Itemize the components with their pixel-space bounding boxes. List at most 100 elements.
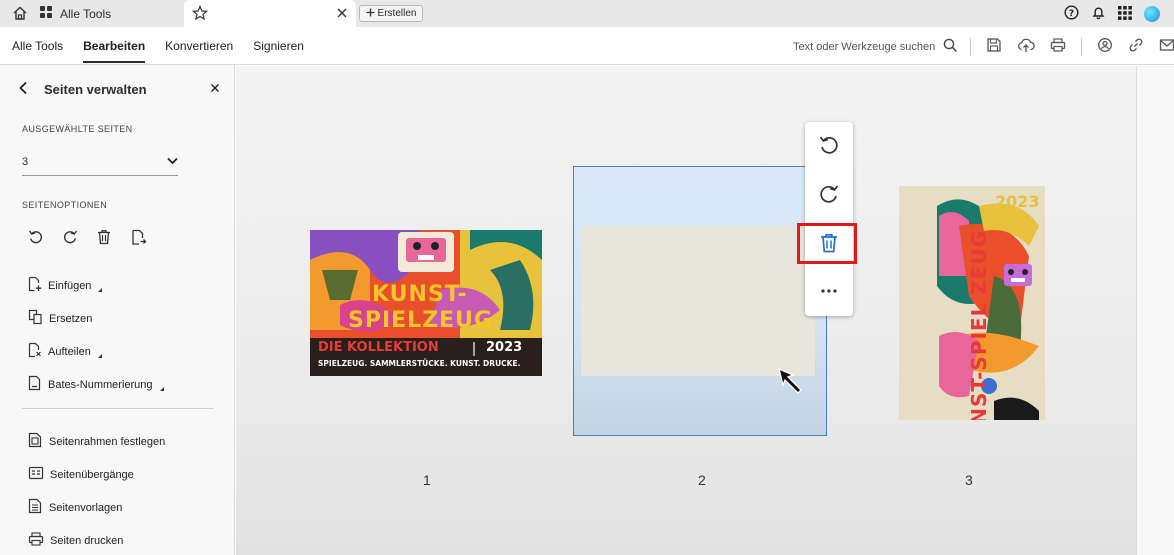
print-pages-icon [28, 531, 44, 550]
create-button[interactable]: Erstellen [359, 5, 423, 22]
menu-alle-tools[interactable]: Alle Tools [12, 27, 63, 65]
panel-title: Seiten verwalten [44, 81, 147, 97]
page-box-icon [28, 432, 43, 451]
link-icon[interactable] [1128, 37, 1144, 56]
insert-page-icon [28, 276, 42, 295]
page-thumbnail-3[interactable]: 2023 KUNST-SPIEL ZEUG [899, 186, 1045, 420]
poster1-year: 2023 [486, 340, 523, 355]
menu-konvertieren[interactable]: Konvertieren [165, 27, 233, 65]
option-page-transitions[interactable]: Seitenübergänge [28, 458, 165, 491]
option-page-templates[interactable]: Seitenvorlagen [28, 491, 165, 524]
tab-alle-tools-label: Alle Tools [60, 6, 112, 21]
more-options-button[interactable] [817, 280, 841, 304]
cloud-upload-icon[interactable] [1017, 37, 1035, 56]
bates-icon [28, 375, 42, 394]
menu-bar: Alle Tools Bearbeiten Konvertieren Signi… [0, 27, 1174, 65]
poster1-subtitle: DIE KOLLEKTION [318, 340, 439, 355]
close-panel-icon[interactable] [210, 82, 220, 96]
menu-tools [970, 37, 1174, 56]
selected-pages-value: 3 [22, 156, 29, 168]
rotate-left-icon[interactable] [28, 229, 44, 249]
right-panel-strip [1136, 66, 1174, 555]
option-page-box[interactable]: Seitenrahmen festlegen [28, 425, 165, 458]
tabbar-right-tools: ? [1064, 5, 1160, 23]
search-placeholder: Text oder Werkzeuge suchen [793, 41, 936, 53]
print-icon[interactable] [1050, 37, 1066, 56]
extract-page-icon[interactable] [130, 229, 147, 249]
option-replace-label: Ersetzen [49, 312, 93, 325]
divider [970, 37, 971, 56]
apps-grid-icon[interactable] [1118, 5, 1132, 23]
help-icon[interactable]: ? [1064, 5, 1079, 23]
divider [1081, 37, 1082, 56]
page-thumbnail-1[interactable]: KUNST- SPIELZEUG DIE KOLLEKTION 2023 SPI… [310, 230, 542, 376]
back-arrow-icon[interactable] [18, 81, 30, 98]
option-page-box-label: Seitenrahmen festlegen [49, 435, 166, 448]
email-icon[interactable] [1159, 38, 1174, 55]
page-options-label: SEITENOPTIONEN [22, 200, 108, 210]
rotate-left-icon [818, 134, 840, 159]
page-options-list: Einfügen Ersetzen Aufteilen Bates-Nummer… [28, 269, 164, 401]
close-tab-icon[interactable] [336, 7, 348, 22]
option-page-transitions-label: Seitenübergänge [50, 468, 134, 481]
divider [22, 408, 214, 409]
rotate-clockwise-button[interactable] [817, 183, 841, 207]
selected-pages-label: AUSGEWÄHLTE SEITEN [22, 124, 133, 134]
mouse-cursor-icon [776, 366, 804, 399]
poster1-title-line2: SPIELZEUG [348, 308, 494, 333]
search-icon[interactable] [943, 38, 958, 56]
menu-signieren[interactable]: Signieren [253, 27, 304, 65]
highlight-box [797, 223, 857, 264]
page-action-toolbar [797, 122, 857, 316]
browser-tabbar: Alle Tools Erstellen ? [0, 0, 1174, 27]
option-split-label: Aufteilen [48, 345, 91, 358]
page-number-3: 3 [965, 472, 973, 488]
plus-icon [366, 8, 375, 20]
menu-bearbeiten[interactable]: Bearbeiten [83, 27, 146, 65]
submenu-indicator-icon [97, 353, 102, 358]
bell-icon[interactable] [1091, 5, 1106, 23]
page-option-icons [28, 229, 147, 249]
star-icon[interactable] [191, 4, 209, 24]
replace-page-icon [28, 309, 43, 328]
home-icon[interactable] [12, 5, 30, 22]
menu-items: Alle Tools Bearbeiten Konvertieren Signi… [12, 27, 304, 65]
delete-icon[interactable] [96, 229, 112, 249]
more-options-list: Seitenrahmen festlegen Seitenübergänge S… [28, 425, 165, 555]
rotate-right-icon [818, 183, 840, 208]
selected-pages-select[interactable]: 3 [22, 153, 178, 176]
tab-alle-tools[interactable]: Alle Tools [40, 0, 111, 27]
option-replace[interactable]: Ersetzen [28, 302, 164, 335]
tool-search[interactable]: Text oder Werkzeuge suchen [793, 38, 958, 56]
page-templates-icon [28, 498, 43, 517]
rotate-counterclockwise-button[interactable] [817, 134, 841, 158]
page-transitions-icon [28, 465, 44, 484]
submenu-indicator-icon [159, 386, 164, 391]
option-split[interactable]: Aufteilen [28, 335, 164, 368]
page-canvas: KUNST- SPIELZEUG DIE KOLLEKTION 2023 SPI… [236, 66, 1136, 555]
chevron-down-icon [167, 156, 178, 168]
option-print-pages[interactable]: Seiten drucken [28, 524, 165, 555]
share-user-icon[interactable] [1097, 37, 1113, 56]
grid-apps-icon [40, 5, 53, 22]
submenu-indicator-icon [98, 287, 103, 292]
more-horizontal-icon [818, 280, 840, 305]
save-icon[interactable] [986, 37, 1002, 56]
option-bates[interactable]: Bates-Nummerierung [28, 368, 164, 401]
tab-document[interactable] [184, 0, 356, 27]
option-page-templates-label: Seitenvorlagen [49, 501, 123, 514]
panel-header: Seiten verwalten [18, 79, 220, 99]
poster1-tagline: SPIELZEUG. SAMMLERSTÜCKE. KUNST. DRUCKE. [318, 359, 521, 368]
option-insert[interactable]: Einfügen [28, 269, 164, 302]
rotate-right-icon[interactable] [62, 229, 78, 249]
split-page-icon [28, 342, 42, 361]
poster1-title-line1: KUNST- [372, 282, 468, 307]
poster3-vertical-title: KUNST-SPIEL ZEUG [967, 229, 992, 420]
avatar[interactable] [1144, 6, 1160, 22]
option-print-pages-label: Seiten drucken [50, 534, 124, 547]
page-number-2: 2 [698, 472, 706, 488]
page-number-1: 1 [423, 472, 431, 488]
create-label: Erstellen [377, 8, 417, 19]
svg-text:?: ? [1069, 9, 1074, 19]
blank-page-preview [581, 226, 815, 376]
